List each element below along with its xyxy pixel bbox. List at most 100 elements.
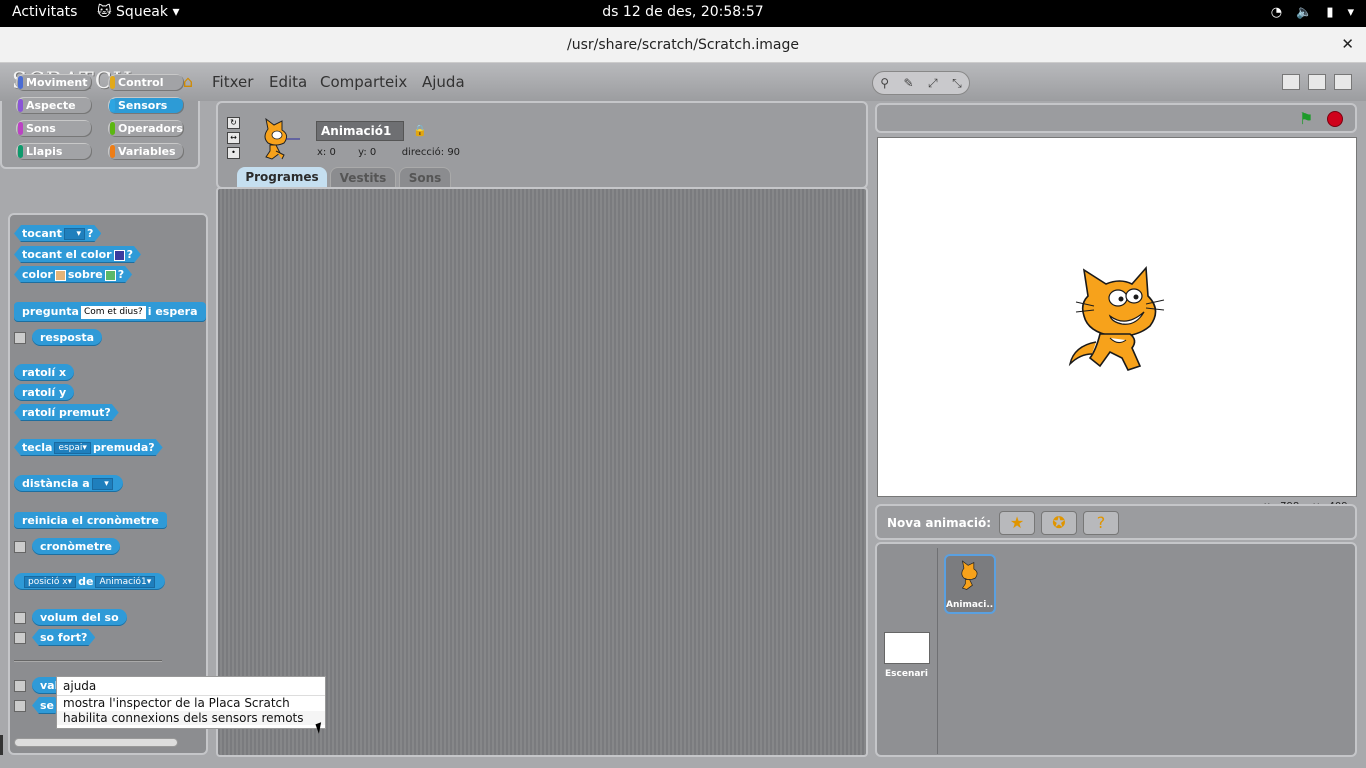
category-label: Sons [26, 122, 56, 135]
flip-icon[interactable]: ↔ [227, 132, 240, 144]
system-topbar: Activitats 🐱 Squeak ▾ ds 12 de des, 20:5… [0, 0, 1366, 27]
menubar: SCRATCH ⊕ ▣ ⌂ Fitxer Edita Comparteix Aj… [0, 63, 1366, 101]
category-color-bar [110, 122, 115, 135]
no-rotate-icon[interactable]: • [227, 147, 240, 159]
color-swatch[interactable] [114, 250, 125, 261]
menu-share[interactable]: Comparteix [320, 73, 407, 91]
category-label: Sensors [118, 99, 168, 112]
y-label: y: [358, 147, 367, 158]
resize-handle[interactable] [0, 735, 3, 755]
clock: ds 12 de des, 20:58:57 [602, 4, 764, 20]
object-dropdown[interactable]: Animació1▾ [95, 576, 156, 588]
block-text: distància a [22, 477, 90, 490]
block-ask-and-wait[interactable]: pregunta Com et dius? i espera [14, 302, 206, 322]
rotate-icon[interactable]: ↻ [227, 117, 240, 129]
grow-icon[interactable]: ⤢ [928, 76, 938, 91]
category-label: Aspecte [26, 99, 76, 112]
green-flag-icon[interactable]: ⚑ [1299, 110, 1317, 128]
attribute-dropdown[interactable]: posició x▾ [24, 576, 77, 588]
menu-file[interactable]: Fitxer [212, 73, 253, 91]
paint-new-sprite-icon[interactable]: ★ [999, 511, 1035, 535]
block-text: ? [117, 268, 125, 281]
presentation-mode-icon[interactable] [1334, 74, 1352, 90]
block-key-pressed[interactable]: tecla espai▾ premuda? [14, 439, 163, 456]
tab-sounds[interactable]: Sons [399, 167, 451, 187]
app-menu[interactable]: 🐱 Squeak ▾ [97, 4, 179, 20]
sensor-checkbox[interactable] [14, 700, 26, 712]
color-swatch[interactable] [105, 270, 116, 281]
block-text: tecla [22, 441, 53, 454]
category-motion[interactable]: Moviment [16, 74, 92, 91]
category-operators[interactable]: Operadors [108, 120, 184, 137]
category-color-bar [18, 122, 23, 135]
block-answer[interactable]: resposta [32, 329, 103, 346]
rotation-style-buttons: ↻ ↔ • [227, 117, 240, 159]
surprise-sprite-icon[interactable]: ? [1083, 511, 1119, 535]
category-variables[interactable]: Variables [108, 143, 184, 160]
close-icon[interactable]: ✕ [1341, 35, 1354, 53]
direction-value: 90 [447, 147, 461, 158]
menu-item-show-inspector[interactable]: mostra l'inspector de la Placa Scratch [63, 696, 290, 710]
shrink-icon[interactable]: ⤡ [952, 76, 962, 91]
tab-scripts[interactable]: Programes [237, 167, 327, 187]
category-color-bar [110, 76, 115, 89]
timer-checkbox[interactable] [14, 541, 26, 553]
menu-item-enable-remote-sensors[interactable]: habilita connexions dels sensors remots [57, 711, 325, 725]
menu-edit[interactable]: Edita [269, 73, 307, 91]
category-sensing[interactable]: Sensors [108, 97, 184, 114]
menu-item-help[interactable]: ajuda [63, 679, 96, 693]
ask-input[interactable]: Com et dius? [80, 305, 146, 319]
block-text: sobre [67, 268, 103, 281]
choose-sprite-from-file-icon[interactable]: ✪ [1041, 511, 1077, 535]
activities-button[interactable]: Activitats [12, 4, 77, 20]
category-pen[interactable]: Llapis [16, 143, 92, 160]
block-loud[interactable]: so fort? [32, 629, 95, 646]
system-tray[interactable]: ◔ 🔈 ▮ ▾ [1271, 5, 1354, 20]
distance-dropdown[interactable]: ▾ [91, 478, 113, 490]
normal-stage-icon[interactable] [1308, 74, 1326, 90]
loud-checkbox[interactable] [14, 632, 26, 644]
key-dropdown[interactable]: espai▾ [54, 442, 91, 454]
block-mouse-y[interactable]: ratolí y [14, 384, 75, 401]
category-control[interactable]: Control [108, 74, 184, 91]
category-label: Variables [118, 145, 176, 158]
block-text: tocant el color [22, 248, 112, 261]
block-mouse-x[interactable]: ratolí x [14, 364, 75, 381]
cat-sprite[interactable] [1066, 266, 1166, 372]
menu-help[interactable]: Ajuda [422, 73, 465, 91]
stage-thumbnail[interactable] [884, 632, 930, 664]
scripts-area[interactable] [216, 187, 868, 757]
block-mouse-down[interactable]: ratolí premut? [14, 404, 119, 421]
sensor-value-checkbox[interactable] [14, 680, 26, 692]
delete-icon[interactable]: ✎ [904, 76, 914, 90]
duplicate-icon[interactable]: ⚲ [880, 76, 889, 90]
sprite-thumbnail[interactable]: Animaci... [944, 554, 996, 614]
answer-checkbox[interactable] [14, 332, 26, 344]
block-touching[interactable]: tocant ▾? [14, 225, 101, 242]
palette-divider [14, 660, 162, 661]
small-stage-icon[interactable] [1282, 74, 1300, 90]
block-touching-color[interactable]: tocant el color? [14, 246, 141, 263]
block-text: tocant [22, 227, 62, 240]
lock-icon[interactable]: 🔒 [413, 124, 427, 137]
stop-icon[interactable] [1327, 111, 1343, 127]
color-swatch[interactable] [55, 270, 66, 281]
block-timer[interactable]: cronòmetre [32, 538, 120, 555]
palette-scrollbar[interactable] [14, 738, 178, 747]
loudness-checkbox[interactable] [14, 612, 26, 624]
category-color-bar [110, 145, 115, 158]
block-distance-to[interactable]: distància a ▾ [14, 475, 123, 492]
block-reset-timer[interactable]: reinicia el cronòmetre [14, 512, 167, 529]
block-loudness[interactable]: volum del so [32, 609, 127, 626]
volume-icon: 🔈 [1296, 5, 1313, 20]
stage[interactable] [877, 137, 1357, 497]
category-looks[interactable]: Aspecte [16, 97, 92, 114]
sprite-name-field[interactable]: Animació1 [316, 121, 404, 141]
x-label: x: [317, 147, 327, 158]
block-attribute-of[interactable]: posició x▾ de Animació1▾ [14, 573, 166, 590]
block-color-over-color[interactable]: color sobre? [14, 266, 132, 283]
tab-costumes[interactable]: Vestits [330, 167, 396, 187]
sprite-dropdown[interactable]: ▾ [64, 228, 85, 240]
category-sound[interactable]: Sons [16, 120, 92, 137]
block-text: premuda? [92, 441, 155, 454]
